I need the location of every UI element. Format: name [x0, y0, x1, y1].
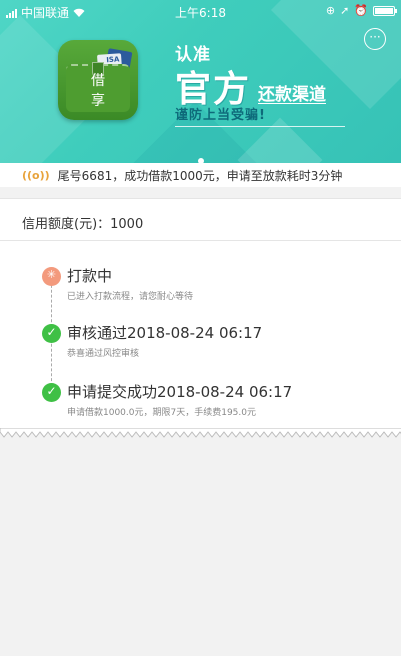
notice-bar: ((o)) 尾号6681，成功借款1000元，申请至放款耗时3分钟	[0, 163, 401, 187]
step-subtitle: 已进入打款流程，请您耐心等待	[67, 292, 194, 302]
check-icon	[42, 383, 61, 402]
notice-text: 尾号6681，成功借款1000元，申请至放款耗时3分钟	[57, 168, 343, 183]
more-options-button[interactable]: ···	[364, 28, 386, 50]
status-bar: 中国联通 上午6:18 ⊕ ➚ ⏰	[0, 0, 401, 22]
alarm-icon: ⏰	[354, 4, 368, 17]
orientation-lock-icon: ⊕	[325, 4, 336, 17]
credit-limit: 信用额度(元)：1000	[0, 198, 401, 241]
in-progress-icon	[42, 267, 61, 286]
carousel-indicator[interactable]	[0, 149, 401, 163]
step-title: 打款中	[67, 267, 113, 285]
zigzag-divider	[0, 428, 401, 438]
loan-status-timeline: 打款中 已进入打款流程，请您耐心等待 审核通过2018-08-24 06:17 …	[0, 241, 401, 431]
step-subtitle: 恭喜通过风控审核	[67, 349, 140, 359]
location-icon: ➚	[340, 4, 350, 17]
banner-slogan-line3: 还款渠道	[258, 85, 326, 105]
step-title: 审核通过2018-08-24 06:17	[67, 324, 263, 342]
check-icon	[42, 324, 61, 343]
broadcast-icon: ((o))	[22, 168, 50, 182]
promo-banner[interactable]: 中国联通 上午6:18 ⊕ ➚ ⏰ ISA 借 享 认准 官方 还款渠道 谨防上…	[0, 0, 401, 163]
step-title: 申请提交成功2018-08-24 06:17	[67, 383, 293, 401]
credit-limit-text: 信用额度(元)：1000	[22, 217, 144, 232]
step-subtitle: 申请借款1000.0元，期限7天，手续费195.0元	[67, 408, 256, 418]
app-logo: ISA 借 享	[58, 40, 138, 120]
banner-slogan-line4: 谨防上当受骗!	[175, 104, 345, 127]
battery-icon	[373, 5, 397, 16]
app-logo-label: 借 享	[91, 73, 117, 109]
